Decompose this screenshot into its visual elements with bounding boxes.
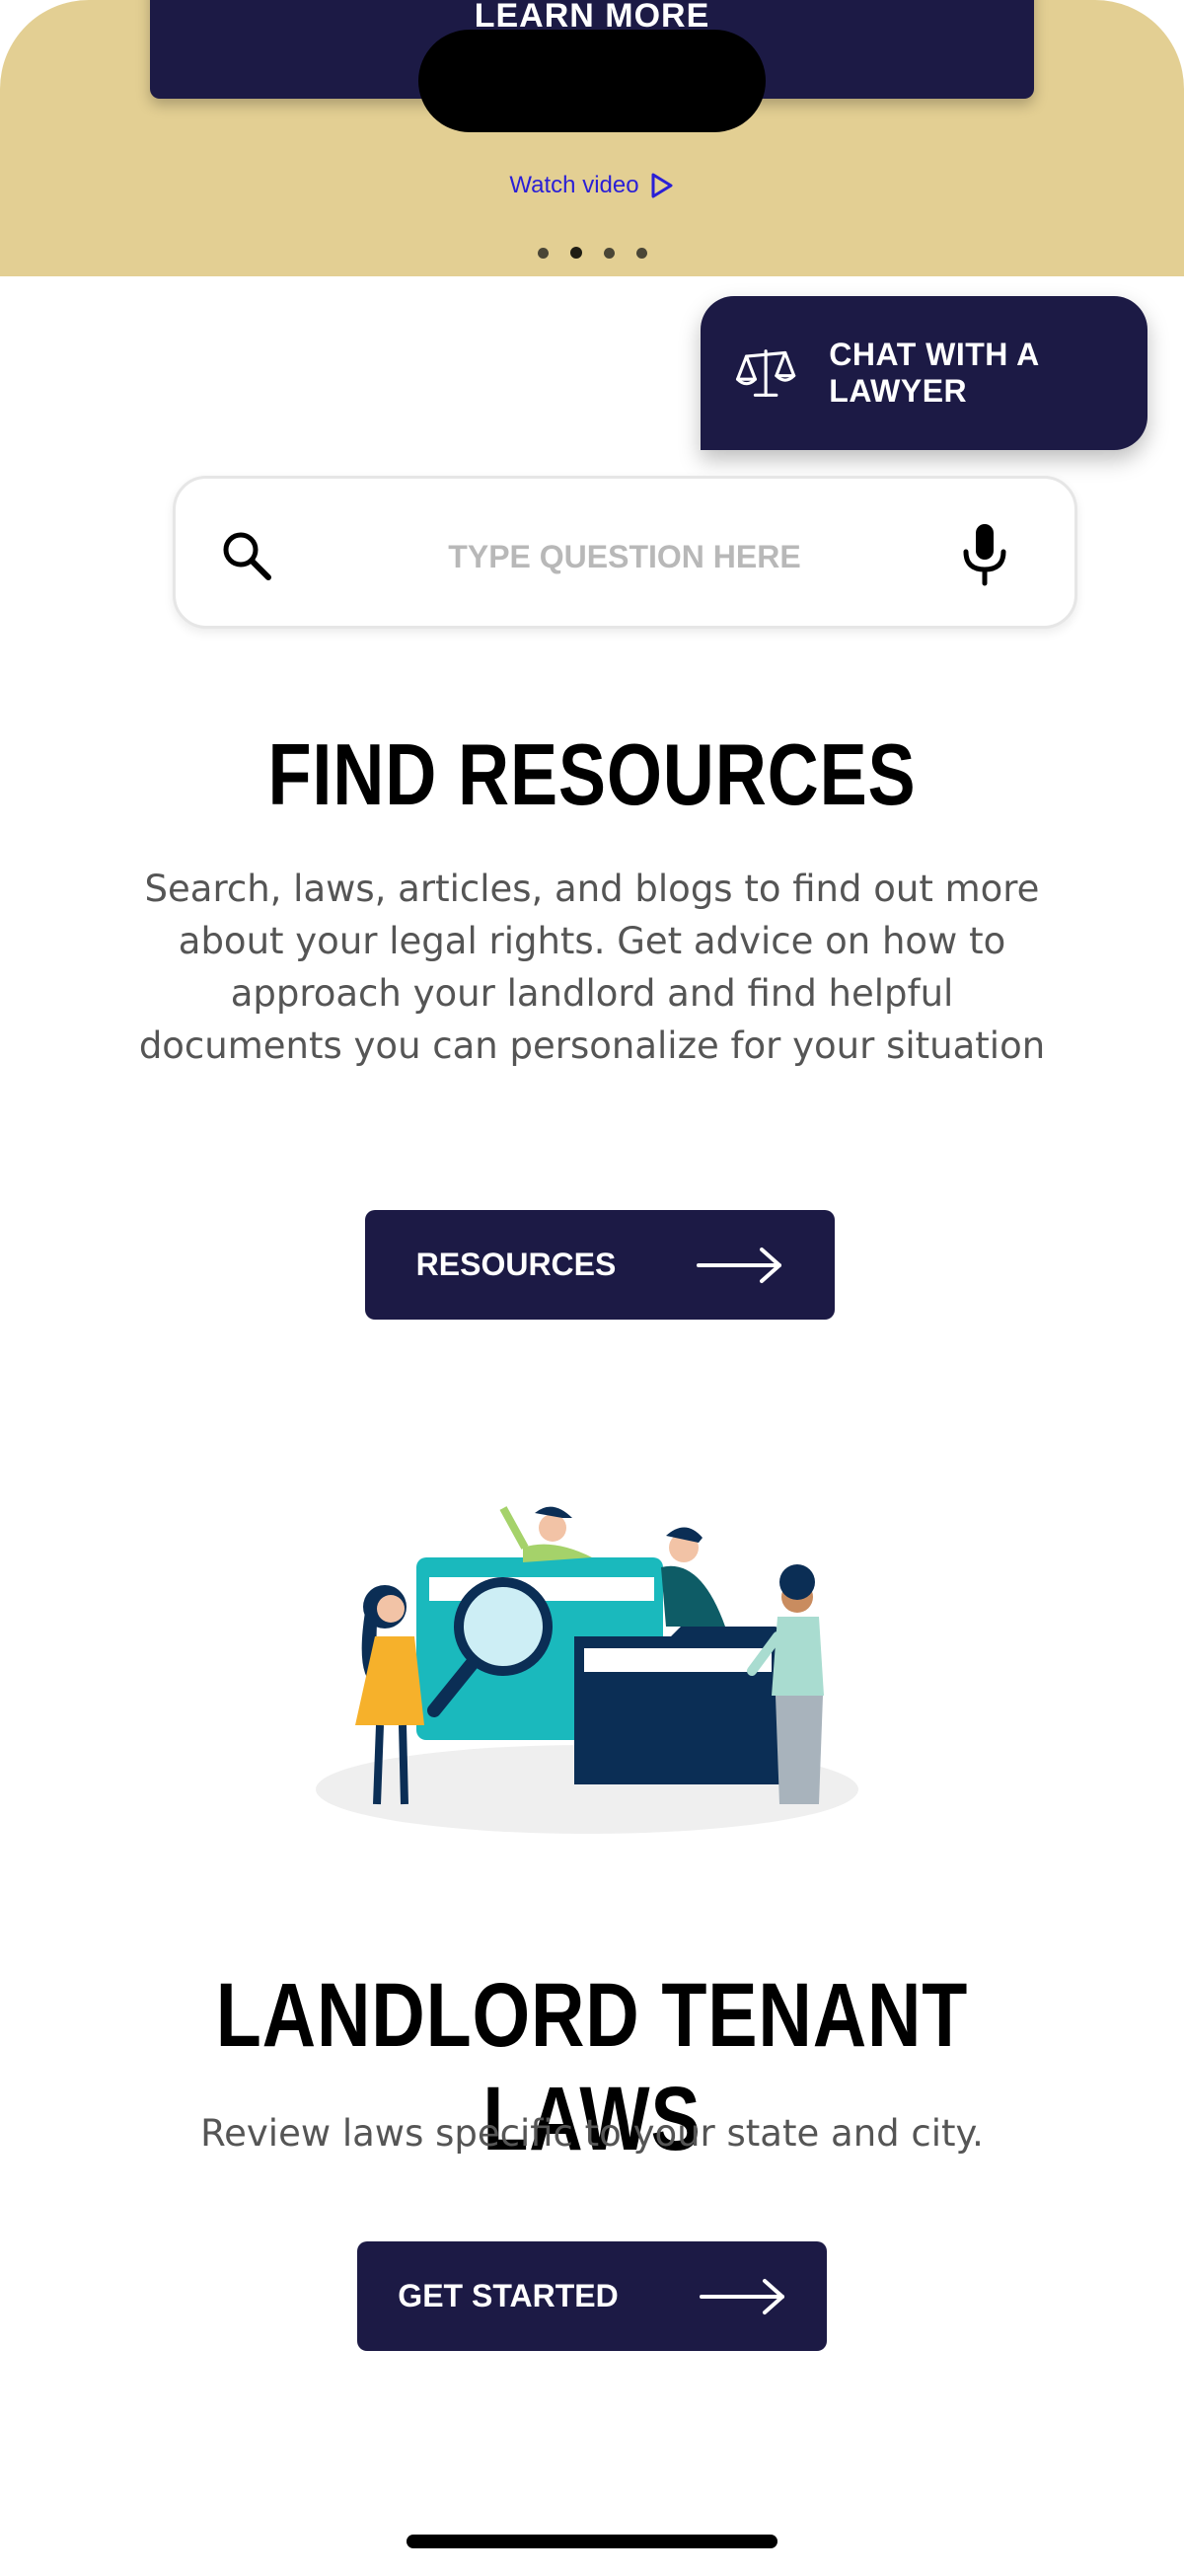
find-resources-title: FIND RESOURCES [267, 725, 917, 823]
watch-video-label: Watch video [509, 172, 639, 198]
search-input[interactable] [324, 518, 925, 595]
carousel-dot[interactable] [537, 247, 549, 259]
carousel-dot[interactable] [603, 247, 615, 259]
search-bar[interactable] [173, 476, 1077, 629]
watch-video-link[interactable]: Watch video [493, 166, 691, 205]
carousel-dot-active[interactable] [569, 247, 582, 259]
search-icon[interactable] [219, 528, 274, 583]
landlord-tenant-laws-description: Review laws specific to your state and c… [200, 2112, 984, 2155]
app-screen: LEARN MORE Watch video CHAT WITH A LAWYE… [0, 0, 1184, 2576]
hero-banner: LEARN MORE Watch video [0, 0, 1184, 276]
scales-icon [736, 349, 796, 397]
home-indicator [407, 2535, 777, 2548]
arrow-right-icon [697, 1247, 782, 1283]
get-started-button-label: GET STARTED [398, 2278, 619, 2313]
people-searching-folders-illustration [316, 1506, 858, 1834]
arrow-right-icon [699, 2278, 784, 2314]
resources-button-label: RESOURCES [415, 1247, 617, 1282]
find-resources-description: Search, laws, articles, and blogs to fin… [138, 868, 1046, 1067]
chat-with-lawyer-button[interactable]: CHAT WITH A LAWYER [701, 296, 1147, 450]
dynamic-island [418, 30, 766, 132]
play-icon [651, 173, 673, 198]
carousel-dots [523, 245, 661, 261]
chat-with-lawyer-label: CHAT WITH A LAWYER [829, 337, 1039, 409]
get-started-button[interactable]: GET STARTED [357, 2241, 827, 2351]
microphone-icon[interactable] [955, 522, 1014, 587]
carousel-dot[interactable] [635, 247, 647, 259]
resources-button[interactable]: RESOURCES [365, 1210, 835, 1320]
